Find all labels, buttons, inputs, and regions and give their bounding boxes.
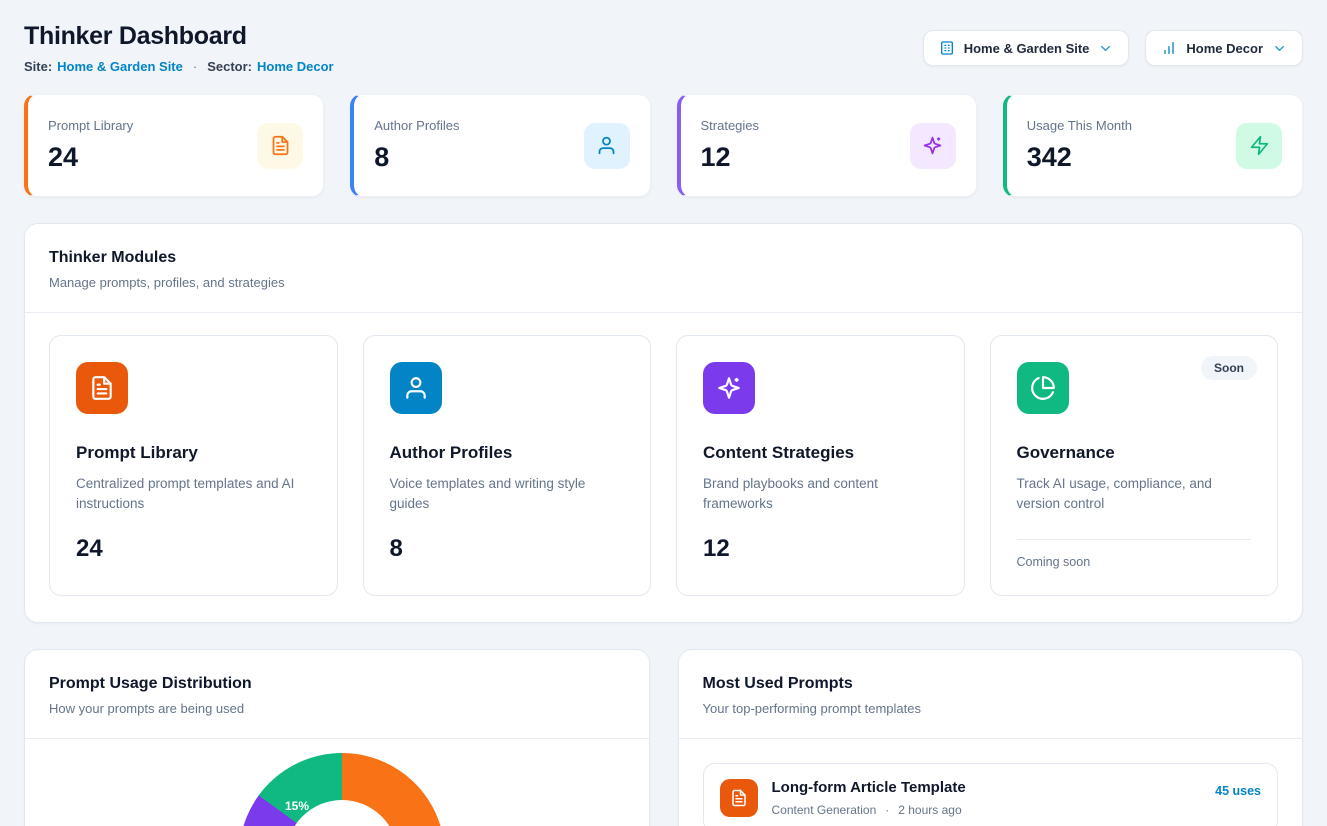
sector-link[interactable]: Home Decor [257,59,334,74]
module-description: Track AI usage, compliance, and version … [1017,474,1252,515]
soon-badge: Soon [1201,356,1257,380]
sector-selector-button[interactable]: Home Decor [1145,30,1303,66]
most-used-title: Most Used Prompts [703,675,1279,693]
stat-value: 342 [1027,142,1132,173]
most-used-subtitle: Your top-performing prompt templates [703,701,1279,716]
module-title: Governance [1017,443,1252,463]
module-card-content-strategies[interactable]: Content Strategies Brand playbooks and c… [676,335,965,596]
meta-separator: · [885,803,889,817]
stat-text: Author Profiles 8 [374,118,459,173]
modules-subtitle: Manage prompts, profiles, and strategies [49,275,1278,290]
module-count: 8 [390,535,625,563]
pie-chart-icon [1017,362,1069,414]
sector-label: Sector: [207,59,252,74]
module-title: Prompt Library [76,443,311,463]
module-card-governance: Soon Governance Track AI usage, complian… [990,335,1279,596]
prompt-item-title: Long-form Article Template [772,779,1202,796]
usage-subtitle: How your prompts are being used [49,701,625,716]
stat-value: 8 [374,142,459,173]
stat-text: Prompt Library 24 [48,118,133,173]
module-count: 24 [76,535,311,563]
usage-header: Prompt Usage Distribution How your promp… [25,650,649,739]
zap-icon [1236,123,1282,169]
stat-label: Usage This Month [1027,118,1132,133]
chevron-down-icon [1272,41,1287,56]
prompt-item-body: Long-form Article Template Content Gener… [772,779,1202,817]
usage-donut: 15% [239,753,445,826]
bar-chart-icon [1161,40,1177,56]
module-description: Centralized prompt templates and AI inst… [76,474,311,515]
stat-label: Strategies [701,118,760,133]
chevron-down-icon [1098,41,1113,56]
building-icon [939,40,955,56]
modules-header: Thinker Modules Manage prompts, profiles… [25,224,1302,313]
site-label: Site: [24,59,52,74]
sparkles-icon [910,123,956,169]
prompt-item-category: Content Generation [772,803,877,817]
donut-slice-label: 15% [285,799,309,813]
prompt-item-uses: 45 uses [1215,784,1261,798]
stat-value: 12 [701,142,760,173]
header-selectors: Home & Garden Site Home Decor [923,30,1303,66]
stat-label: Prompt Library [48,118,133,133]
prompt-item-meta: Content Generation · 2 hours ago [772,803,1202,817]
stat-card-prompt-library: Prompt Library 24 [24,94,324,197]
module-card-author-profiles[interactable]: Author Profiles Voice templates and writ… [363,335,652,596]
page-title: Thinker Dashboard [24,22,334,51]
sparkles-icon [703,362,755,414]
stat-text: Strategies 12 [701,118,760,173]
prompt-item-time: 2 hours ago [898,803,961,817]
breadcrumb-separator: · [193,59,197,74]
site-link[interactable]: Home & Garden Site [57,59,183,74]
dashboard-page: Thinker Dashboard Site: Home & Garden Si… [0,0,1327,826]
stat-card-strategies: Strategies 12 [677,94,977,197]
breadcrumb: Site: Home & Garden Site · Sector: Home … [24,59,334,74]
stat-value: 24 [48,142,133,173]
file-text-icon [720,779,758,817]
module-title: Author Profiles [390,443,625,463]
user-icon [390,362,442,414]
prompt-list: Long-form Article Template Content Gener… [679,739,1303,826]
coming-soon-text: Coming soon [1017,555,1252,569]
usage-distribution-panel: Prompt Usage Distribution How your promp… [24,649,650,826]
module-description: Brand playbooks and content frameworks [703,474,938,515]
divider [1017,539,1252,540]
header-left: Thinker Dashboard Site: Home & Garden Si… [24,22,334,74]
file-text-icon [76,362,128,414]
most-used-header: Most Used Prompts Your top-performing pr… [679,650,1303,739]
sector-selector-label: Home Decor [1186,41,1263,56]
prompt-list-item[interactable]: Long-form Article Template Content Gener… [703,763,1279,826]
user-icon [584,123,630,169]
file-text-icon [257,123,303,169]
stat-text: Usage This Month 342 [1027,118,1132,173]
thinker-modules-panel: Thinker Modules Manage prompts, profiles… [24,223,1303,623]
module-description: Voice templates and writing style guides [390,474,625,515]
modules-title: Thinker Modules [49,249,1278,267]
bottom-row: Prompt Usage Distribution How your promp… [24,649,1303,826]
module-count: 12 [703,535,938,563]
stat-card-usage: Usage This Month 342 [1003,94,1303,197]
stat-card-author-profiles: Author Profiles 8 [350,94,650,197]
usage-chart-area: 15% [25,739,649,826]
modules-grid: Prompt Library Centralized prompt templa… [25,313,1302,622]
top-bar: Thinker Dashboard Site: Home & Garden Si… [24,22,1303,74]
module-title: Content Strategies [703,443,938,463]
site-selector-label: Home & Garden Site [964,41,1090,56]
site-selector-button[interactable]: Home & Garden Site [923,30,1130,66]
stats-row: Prompt Library 24 Author Profiles 8 Stra… [24,94,1303,197]
usage-title: Prompt Usage Distribution [49,675,625,693]
module-card-prompt-library[interactable]: Prompt Library Centralized prompt templa… [49,335,338,596]
stat-label: Author Profiles [374,118,459,133]
most-used-prompts-panel: Most Used Prompts Your top-performing pr… [678,649,1304,826]
